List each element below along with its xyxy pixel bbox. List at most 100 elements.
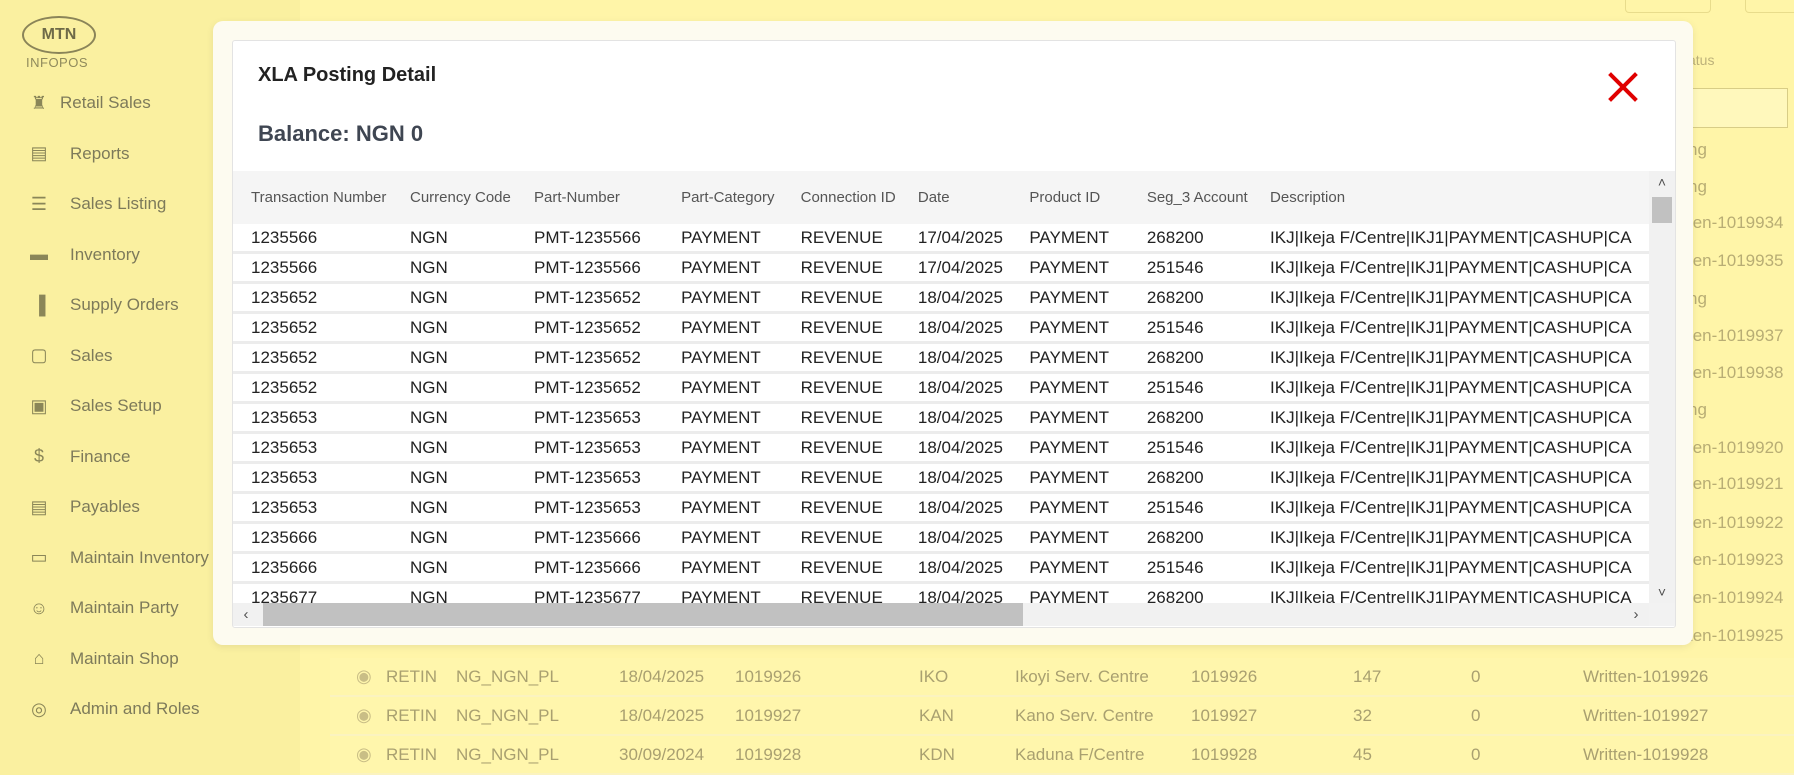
vertical-scrollbar[interactable]: ˄ ˅	[1649, 171, 1675, 603]
column-header-currency-code[interactable]: Currency Code	[391, 171, 517, 224]
table-cell: PMT-1235653	[516, 492, 664, 524]
table-cell: NGN	[391, 402, 517, 434]
table-cell: REVENUE	[782, 402, 900, 434]
horizontal-scroll-thumb[interactable]	[263, 603, 1023, 626]
export-button-ghost	[1745, 0, 1794, 13]
status-cell: ten-1019920	[1688, 438, 1784, 457]
table-row[interactable]: 1235566 NGN PMT-1235566 PAYMENT REVENUE 17/04…	[233, 252, 1649, 284]
table-cell: 1235653	[233, 462, 392, 494]
table-cell: PAYMENT	[663, 402, 783, 434]
table-cell: REVENUE	[782, 252, 900, 284]
status-cell: ten-1019934	[1688, 213, 1784, 232]
eye-icon[interactable]: ◉	[356, 744, 386, 765]
table-cell: PAYMENT	[1011, 372, 1129, 404]
table-cell: NGN	[391, 312, 517, 344]
table-cell: NGN	[391, 552, 517, 584]
table-row[interactable]: ◉ RETIN NG_NGN_PL 18/04/2025 1019926 IKO Ikoyi…	[330, 658, 1794, 697]
table-row[interactable]: 1235566 NGN PMT-1235566 PAYMENT REVENUE 17/04…	[233, 224, 1649, 254]
table-cell: 18/04/2025	[899, 432, 1012, 464]
dollar-icon: $	[33, 446, 44, 467]
horizontal-scrollbar[interactable]: ‹ ›	[233, 603, 1649, 626]
table-cell: 17/04/2025	[899, 252, 1012, 284]
eye-icon[interactable]: ◉	[356, 666, 386, 687]
status-cell: ten-1019924	[1688, 588, 1784, 607]
column-header-part-category[interactable]: Part-Category	[663, 171, 783, 224]
column-header-date[interactable]: Date	[899, 171, 1012, 224]
table-cell: REVENUE	[782, 224, 900, 254]
column-header-seg-3-account[interactable]: Seg_3 Account	[1128, 171, 1253, 224]
column-header-transaction-number[interactable]: Transaction Number	[233, 171, 392, 224]
table-cell: PAYMENT	[1011, 312, 1129, 344]
table-row[interactable]: 1235652 NGN PMT-1235652 PAYMENT REVENUE 18/04…	[233, 312, 1649, 344]
table-cell: 1235653	[233, 402, 392, 434]
table-row[interactable]: 1235652 NGN PMT-1235652 PAYMENT REVENUE 18/04…	[233, 282, 1649, 314]
scroll-up-icon[interactable]: ˄	[1649, 171, 1675, 193]
table-cell: PMT-1235653	[516, 462, 664, 494]
store-icon: ⌂	[33, 648, 45, 669]
table-cell: PMT-1235653	[516, 402, 664, 434]
table-cell: 1019928	[1191, 744, 1258, 764]
column-header-description[interactable]: Description	[1252, 171, 1649, 224]
close-icon[interactable]	[1607, 71, 1639, 103]
table-cell: 251546	[1128, 372, 1253, 404]
status-filter-input[interactable]	[1688, 88, 1788, 128]
table-cell: 1019927	[735, 705, 802, 725]
table-cell: 18/04/2025	[899, 342, 1012, 374]
table-row[interactable]: 1235653 NGN PMT-1235653 PAYMENT REVENUE 18/04…	[233, 432, 1649, 464]
xla-posting-detail-modal: XLA Posting Detail Balance: NGN 0 Transa…	[232, 40, 1676, 628]
table-cell: 0	[1471, 744, 1481, 764]
table-row[interactable]: 1235652 NGN PMT-1235652 PAYMENT REVENUE 18/04…	[233, 372, 1649, 404]
table-row[interactable]: 1235666 NGN PMT-1235666 PAYMENT REVENUE 18/04…	[233, 522, 1649, 554]
table-cell: IKJ|Ikeja F/Centre|IKJ1|PAYMENT|CASHUP|C…	[1252, 432, 1649, 464]
table-cell: NGN	[391, 252, 517, 284]
table-cell: REVENUE	[782, 312, 900, 344]
sidebar-item-label: Admin and Roles	[70, 699, 200, 719]
table-row[interactable]: 1235652 NGN PMT-1235652 PAYMENT REVENUE 18/04…	[233, 342, 1649, 374]
money-icon: ▤	[30, 496, 48, 517]
posting-grid-viewport[interactable]: Transaction Number Currency Code Part-Numb…	[233, 171, 1649, 603]
table-cell: NG_NGN_PL	[456, 744, 559, 764]
table-cell: IKJ|Ikeja F/Centre|IKJ1|PAYMENT|CASHUP|C…	[1252, 402, 1649, 434]
scroll-right-icon[interactable]: ›	[1623, 603, 1649, 626]
table-row[interactable]: ◉ RETIN NG_NGN_PL 18/04/2025 1019927 KAN Kano …	[330, 697, 1794, 736]
table-row[interactable]: 1235653 NGN PMT-1235653 PAYMENT REVENUE 18/04…	[233, 402, 1649, 434]
table-cell: IKJ|Ikeja F/Centre|IKJ1|PAYMENT|CASHUP|C…	[1252, 312, 1649, 344]
table-cell: IKJ|Ikeja F/Centre|IKJ1|PAYMENT|CASHUP|C…	[1252, 224, 1649, 254]
column-header-part-number[interactable]: Part-Number	[516, 171, 664, 224]
table-cell: PAYMENT	[1011, 342, 1129, 374]
scroll-left-icon[interactable]: ‹	[233, 603, 259, 626]
table-cell: PAYMENT	[663, 252, 783, 284]
table-row[interactable]: ◉ RETIN NG_NGN_PL 30/09/2024 1019928 KDN Kadun…	[330, 736, 1794, 775]
table-cell: PMT-1235652	[516, 342, 664, 374]
scroll-down-icon[interactable]: ˅	[1649, 581, 1675, 603]
table-cell: Ikoyi Serv. Centre	[1015, 666, 1149, 686]
table-row[interactable]: 1235653 NGN PMT-1235653 PAYMENT REVENUE 18/04…	[233, 462, 1649, 494]
card-add-icon: ▭	[30, 547, 48, 568]
status-cell: ten-1019935	[1688, 251, 1784, 270]
background-table: ◉ RETIN NG_NGN_PL 18/04/2025 1019926 IKO Ikoyi…	[330, 658, 1794, 775]
sidebar-item-label: Retail Sales	[60, 93, 151, 113]
sidebar-item-admin-and-roles[interactable]: ◎ Admin and Roles	[0, 684, 300, 735]
table-cell: PAYMENT	[663, 224, 783, 254]
table-cell: NGN	[391, 492, 517, 524]
eye-icon[interactable]: ◉	[356, 705, 386, 726]
table-cell: 268200	[1128, 522, 1253, 554]
table-cell: IKJ|Ikeja F/Centre|IKJ1|PAYMENT|CASHUP|C…	[1252, 582, 1649, 603]
column-header-product-id[interactable]: Product ID	[1011, 171, 1129, 224]
column-header-connection-id[interactable]: Connection ID	[782, 171, 900, 224]
table-cell: PAYMENT	[1011, 492, 1129, 524]
sidebar-item-label: Sales Setup	[70, 396, 162, 416]
table-cell: REVENUE	[782, 552, 900, 584]
cashier-icon: ♜	[30, 92, 48, 113]
table-row[interactable]: 1235666 NGN PMT-1235666 PAYMENT REVENUE 18/04…	[233, 552, 1649, 584]
barcode-icon: ▐	[32, 294, 46, 315]
table-row[interactable]: 1235653 NGN PMT-1235653 PAYMENT REVENUE 18/04…	[233, 492, 1649, 524]
status-cell: ten-1019922	[1688, 513, 1784, 532]
table-cell: 32	[1353, 705, 1372, 725]
table-cell: PMT-1235652	[516, 282, 664, 314]
sidebar-item-label: Maintain Party	[70, 598, 179, 618]
table-row[interactable]: 1235677 NGN PMT-1235677 PAYMENT REVENUE 18/04…	[233, 582, 1649, 603]
search-button-ghost	[1625, 0, 1711, 13]
mtn-logo[interactable]: MTN	[22, 16, 96, 54]
vertical-scroll-thumb[interactable]	[1652, 197, 1672, 223]
